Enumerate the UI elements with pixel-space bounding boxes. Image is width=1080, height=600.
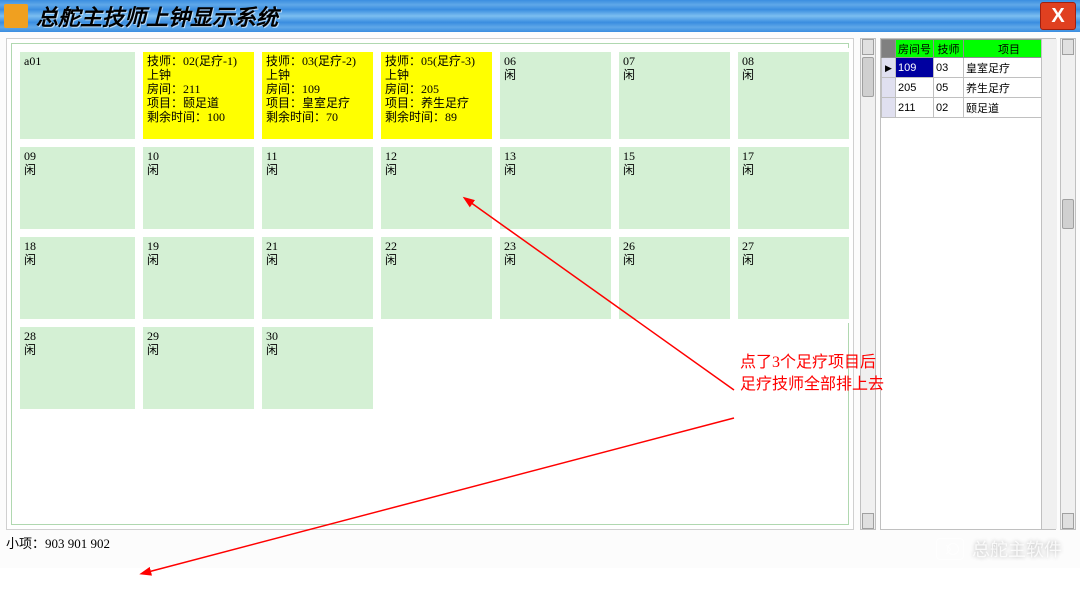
scroll-up-icon[interactable] bbox=[1062, 39, 1074, 55]
scroll-up-icon[interactable] bbox=[862, 39, 874, 55]
row-selector[interactable] bbox=[882, 58, 896, 78]
watermark: 总舵主软件 bbox=[936, 536, 1062, 562]
technician-cell[interactable]: 22闲 bbox=[377, 233, 496, 323]
technician-cell[interactable]: a01 bbox=[16, 48, 139, 143]
technician-cell[interactable]: 15闲 bbox=[615, 143, 734, 233]
scroll-down-icon[interactable] bbox=[1062, 513, 1074, 529]
titlebar: 总舵主技师上钟显示系统 X bbox=[0, 0, 1080, 32]
technician-cell[interactable]: 29闲 bbox=[139, 323, 258, 413]
technician-cell[interactable]: 28闲 bbox=[16, 323, 139, 413]
technician-cell[interactable]: 26闲 bbox=[615, 233, 734, 323]
technician-cell[interactable]: 07闲 bbox=[615, 48, 734, 143]
technician-cell[interactable]: 18闲 bbox=[16, 233, 139, 323]
row-selector[interactable] bbox=[882, 78, 896, 98]
scroll-thumb[interactable] bbox=[1062, 199, 1074, 229]
scroll-thumb[interactable] bbox=[862, 57, 874, 97]
technician-cell[interactable]: 10闲 bbox=[139, 143, 258, 233]
technician-cell-active[interactable]: 技师：03(足疗-2) 上钟房间：109项目：皇室足疗剩余时间：70 bbox=[258, 48, 377, 143]
grid-frame: a01技师：02(足疗-1) 上钟房间：211项目：颐足道剩余时间：100技师：… bbox=[11, 43, 849, 525]
content-area: a01技师：02(足疗-1) 上钟房间：211项目：颐足道剩余时间：100技师：… bbox=[0, 32, 1080, 568]
side-inner-scrollbar[interactable] bbox=[1041, 39, 1057, 529]
table-header[interactable]: 房间号 bbox=[896, 40, 934, 58]
side-table-panel: 房间号技师项目 10903皇室足疗20505养生足疗21102颐足道 bbox=[880, 38, 1056, 530]
technician-cell[interactable]: 13闲 bbox=[496, 143, 615, 233]
wechat-icon bbox=[936, 538, 964, 560]
close-button[interactable]: X bbox=[1040, 2, 1076, 30]
technician-cell[interactable]: 30闲 bbox=[258, 323, 377, 413]
technician-cell-active[interactable]: 技师：05(足疗-3) 上钟房间：205项目：养生足疗剩余时间：89 bbox=[377, 48, 496, 143]
table-row[interactable]: 20505养生足疗 bbox=[882, 78, 1055, 98]
main-scrollbar[interactable] bbox=[860, 38, 876, 530]
technician-cell[interactable]: 23闲 bbox=[496, 233, 615, 323]
table-row[interactable]: 21102颐足道 bbox=[882, 98, 1055, 118]
technician-grid: a01技师：02(足疗-1) 上钟房间：211项目：颐足道剩余时间：100技师：… bbox=[16, 48, 844, 466]
footer-text: 小项：903 901 902 bbox=[6, 533, 110, 552]
technician-cell[interactable]: 11闲 bbox=[258, 143, 377, 233]
technician-cell[interactable]: 12闲 bbox=[377, 143, 496, 233]
main-grid-panel: a01技师：02(足疗-1) 上钟房间：211项目：颐足道剩余时间：100技师：… bbox=[6, 38, 854, 530]
assignment-table[interactable]: 房间号技师项目 10903皇室足疗20505养生足疗21102颐足道 bbox=[881, 39, 1055, 118]
technician-cell[interactable]: 06闲 bbox=[496, 48, 615, 143]
technician-cell[interactable]: 17闲 bbox=[734, 143, 853, 233]
table-row[interactable]: 10903皇室足疗 bbox=[882, 58, 1055, 78]
technician-cell-active[interactable]: 技师：02(足疗-1) 上钟房间：211项目：颐足道剩余时间：100 bbox=[139, 48, 258, 143]
technician-cell[interactable]: 08闲 bbox=[734, 48, 853, 143]
technician-cell[interactable]: 21闲 bbox=[258, 233, 377, 323]
scroll-down-icon[interactable] bbox=[862, 513, 874, 529]
app-window: 总舵主技师上钟显示系统 X a01技师：02(足疗-1) 上钟房间：211项目：… bbox=[0, 0, 1080, 568]
technician-cell[interactable]: 27闲 bbox=[734, 233, 853, 323]
app-icon bbox=[4, 4, 28, 28]
table-header[interactable]: 技师 bbox=[934, 40, 964, 58]
window-title: 总舵主技师上钟显示系统 bbox=[36, 0, 278, 32]
right-scrollbar[interactable] bbox=[1060, 38, 1076, 530]
annotation-text: 点了3个足疗项目后 足疗技师全部排上去 bbox=[740, 352, 884, 396]
row-selector[interactable] bbox=[882, 98, 896, 118]
technician-cell[interactable]: 09闲 bbox=[16, 143, 139, 233]
technician-cell[interactable]: 19闲 bbox=[139, 233, 258, 323]
